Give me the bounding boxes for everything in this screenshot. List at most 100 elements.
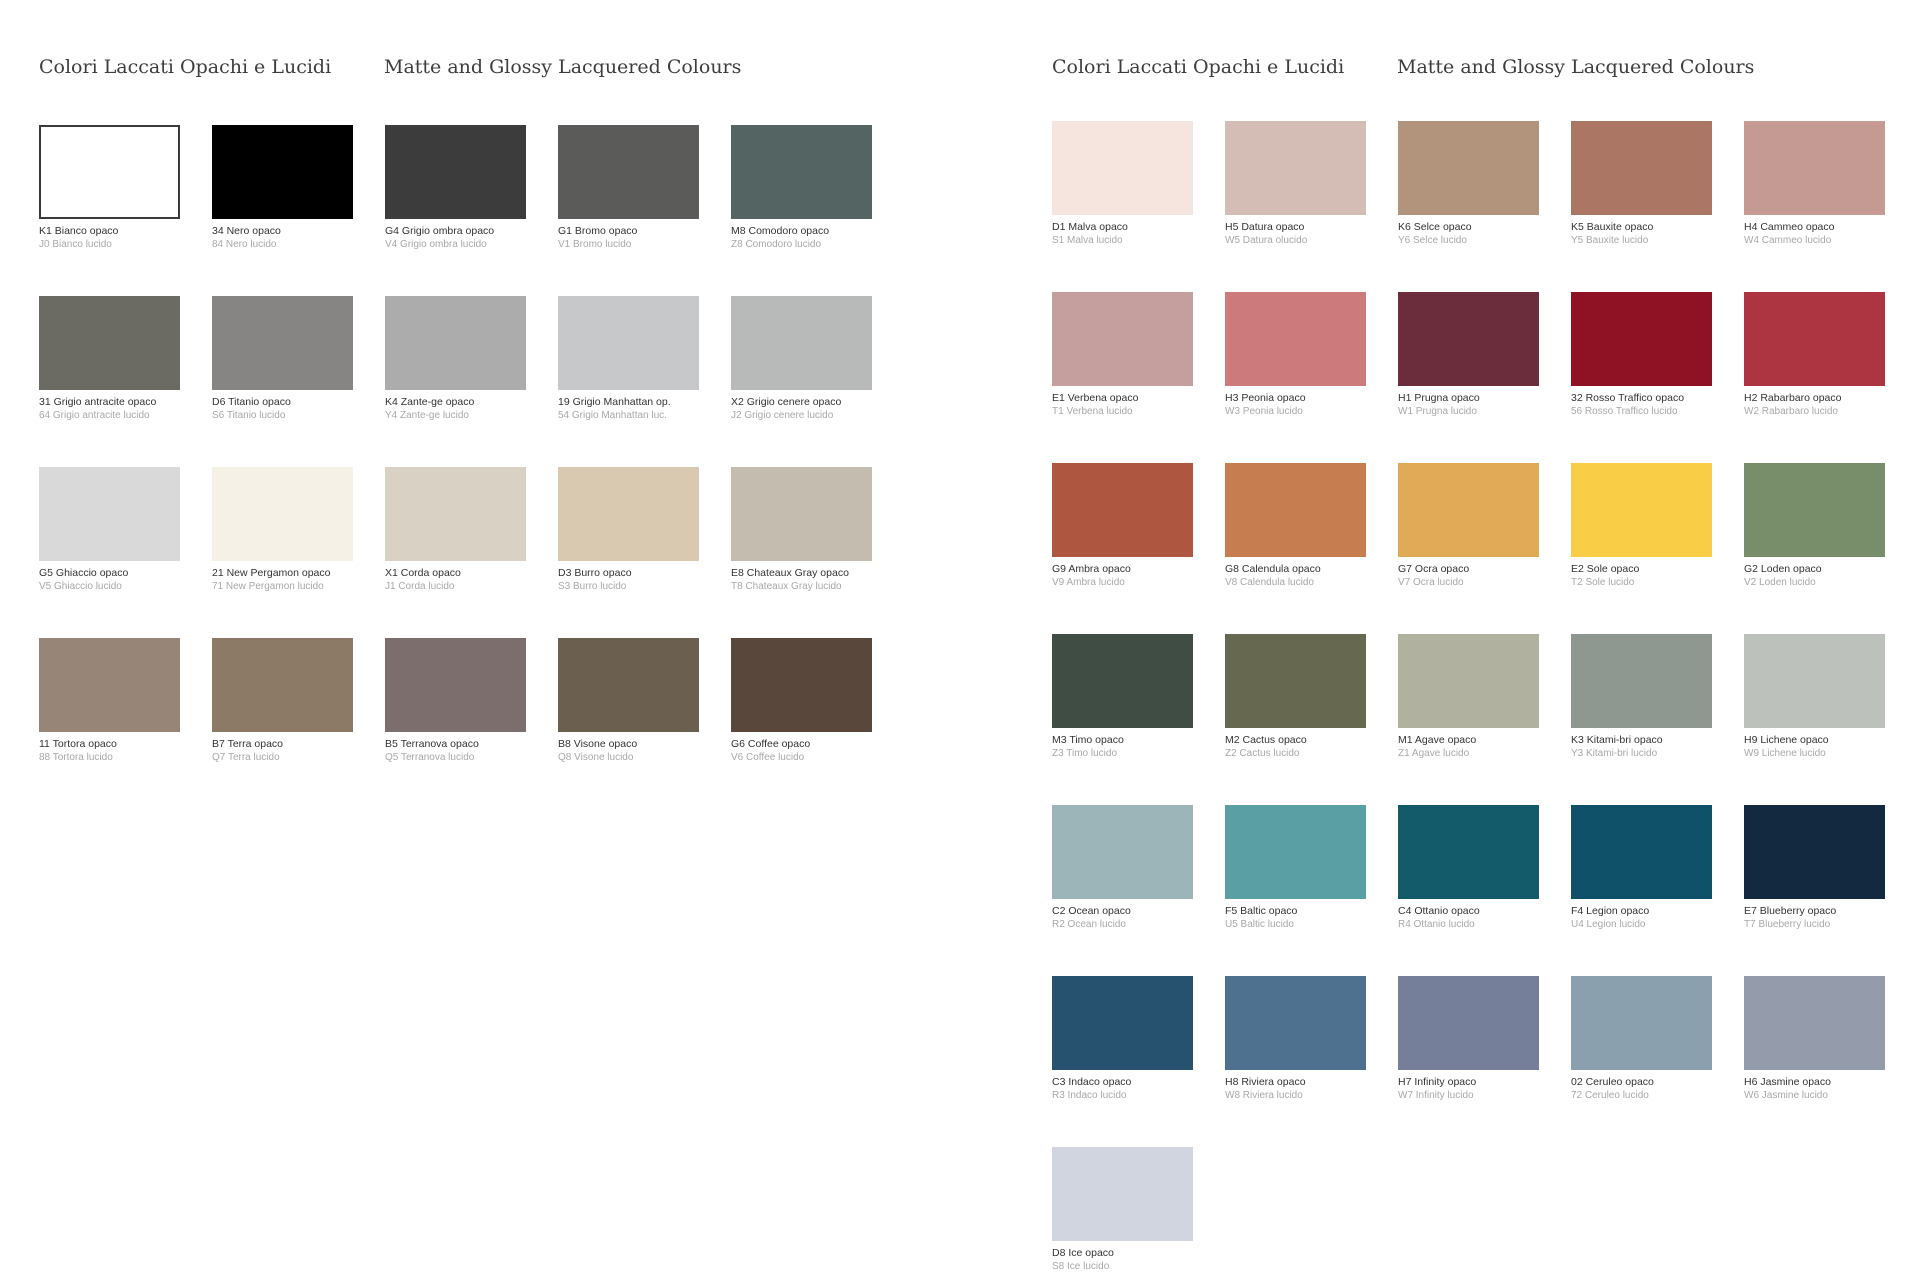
swatch-opaque-label: K5 Bauxite opaco	[1571, 221, 1654, 233]
color-chip	[1052, 1147, 1193, 1241]
heading-italian: Colori Laccati Opachi e Lucidi	[39, 56, 332, 78]
swatch-glossy-label: W9 Lichene lucido	[1744, 748, 1826, 759]
color-chip	[1398, 805, 1539, 899]
swatch-glossy-label: U4 Legion lucido	[1571, 919, 1646, 930]
color-swatch: 34 Nero opaco 84 Nero lucido	[212, 125, 353, 251]
color-swatch: G6 Coffee opaco V6 Coffee lucido	[731, 638, 872, 764]
swatch-glossy-label: T1 Verbena lucido	[1052, 406, 1133, 417]
swatch-glossy-label: W5 Datura olucido	[1225, 235, 1308, 246]
color-chip	[1225, 805, 1366, 899]
swatch-glossy-label: J0 Bianco lucido	[39, 239, 112, 250]
swatch-opaque-label: E8 Chateaux Gray opaco	[731, 567, 849, 579]
color-chip	[1571, 976, 1712, 1070]
swatch-glossy-label: Z2 Cactus lucido	[1225, 748, 1300, 759]
swatch-glossy-label: Q8 Visone lucido	[558, 752, 634, 763]
swatch-opaque-label: K6 Selce opaco	[1398, 221, 1472, 233]
swatch-glossy-label: V8 Calendula lucido	[1225, 577, 1314, 588]
swatch-opaque-label: 31 Grigio antracite opaco	[39, 396, 157, 408]
color-swatch: H2 Rabarbaro opaco W2 Rabarbaro lucido	[1744, 292, 1885, 418]
swatch-opaque-label: K4 Zante-ge opaco	[385, 396, 475, 408]
color-swatch: 11 Tortora opaco 88 Tortora lucido	[39, 638, 180, 764]
color-chip	[1225, 292, 1366, 386]
swatch-opaque-label: E2 Sole opaco	[1571, 563, 1640, 575]
swatch-glossy-label: W8 Riviera lucido	[1225, 1090, 1303, 1101]
color-chip	[39, 296, 180, 390]
swatch-opaque-label: M3 Timo opaco	[1052, 734, 1124, 746]
swatch-opaque-label: G6 Coffee opaco	[731, 738, 811, 750]
color-swatch: G4 Grigio ombra opaco V4 Grigio ombra luc…	[385, 125, 526, 251]
color-swatch: B5 Terranova opaco Q5 Terranova lucido	[385, 638, 526, 764]
color-chip	[1398, 463, 1539, 557]
color-swatch: K1 Bianco opaco J0 Bianco lucido	[39, 125, 180, 251]
color-chip	[558, 467, 699, 561]
color-swatch: E1 Verbena opaco T1 Verbena lucido	[1052, 292, 1193, 418]
swatch-opaque-label: H3 Peonia opaco	[1225, 392, 1306, 404]
color-swatch: 02 Ceruleo opaco 72 Ceruleo lucido	[1571, 976, 1712, 1102]
right-swatch-grid: D1 Malva opaco S1 Malva lucido H5 Datura o…	[1052, 121, 1885, 1273]
swatch-opaque-label: F5 Baltic opaco	[1225, 905, 1298, 917]
color-swatch: 21 New Pergamon opaco 71 New Pergamon luc…	[212, 467, 353, 593]
swatch-opaque-label: 34 Nero opaco	[212, 225, 281, 237]
color-swatch: C4 Ottanio opaco R4 Ottanio lucido	[1398, 805, 1539, 931]
color-swatch: H3 Peonia opaco W3 Peonia lucido	[1225, 292, 1366, 418]
color-chip	[1052, 292, 1193, 386]
color-swatch: H9 Lichene opaco W9 Lichene lucido	[1744, 634, 1885, 760]
swatch-opaque-label: F4 Legion opaco	[1571, 905, 1650, 917]
color-swatch: D8 Ice opaco S8 Ice lucido	[1052, 1147, 1193, 1273]
color-swatch: M2 Cactus opaco Z2 Cactus lucido	[1225, 634, 1366, 760]
swatch-opaque-label: H7 Infinity opaco	[1398, 1076, 1477, 1088]
swatch-glossy-label: V9 Ambra lucido	[1052, 577, 1125, 588]
color-swatch: 32 Rosso Traffico opaco 56 Rosso Traffico…	[1571, 292, 1712, 418]
swatch-glossy-label: V4 Grigio ombra lucido	[385, 239, 487, 250]
swatch-glossy-label: W2 Rabarbaro lucido	[1744, 406, 1838, 417]
color-chip	[1052, 976, 1193, 1070]
swatch-glossy-label: Y3 Kitami-bri lucido	[1571, 748, 1658, 759]
color-swatch: B8 Visone opaco Q8 Visone lucido	[558, 638, 699, 764]
swatch-opaque-label: G1 Bromo opaco	[558, 225, 638, 237]
color-swatch: H8 Riviera opaco W8 Riviera lucido	[1225, 976, 1366, 1102]
color-swatch: H5 Datura opaco W5 Datura olucido	[1225, 121, 1366, 247]
swatch-opaque-label: H5 Datura opaco	[1225, 221, 1305, 233]
color-chip	[385, 125, 526, 219]
color-swatch: G8 Calendula opaco V8 Calendula lucido	[1225, 463, 1366, 589]
color-chip	[385, 296, 526, 390]
swatch-opaque-label: H1 Prugna opaco	[1398, 392, 1480, 404]
color-swatch: M8 Comodoro opaco Z8 Comodoro lucido	[731, 125, 872, 251]
swatch-opaque-label: H2 Rabarbaro opaco	[1744, 392, 1842, 404]
swatch-glossy-label: Q5 Terranova lucido	[385, 752, 475, 763]
color-chip	[212, 638, 353, 732]
swatch-opaque-label: D8 Ice opaco	[1052, 1247, 1114, 1259]
swatch-opaque-label: B8 Visone opaco	[558, 738, 638, 750]
swatch-opaque-label: 19 Grigio Manhattan op.	[558, 396, 671, 408]
color-swatch: G2 Loden opaco V2 Loden lucido	[1744, 463, 1885, 589]
color-chip	[1398, 634, 1539, 728]
swatch-glossy-label: R4 Ottanio lucido	[1398, 919, 1475, 930]
swatch-glossy-label: S3 Burro lucido	[558, 581, 627, 592]
color-swatch: H7 Infinity opaco W7 Infinity lucido	[1398, 976, 1539, 1102]
color-swatch: F5 Baltic opaco U5 Baltic lucido	[1225, 805, 1366, 931]
color-swatch: K4 Zante-ge opaco Y4 Zante-ge lucido	[385, 296, 526, 422]
color-chip	[1571, 121, 1712, 215]
color-chip	[731, 296, 872, 390]
swatch-glossy-label: T2 Sole lucido	[1571, 577, 1635, 588]
swatch-glossy-label: T7 Blueberry lucido	[1744, 919, 1831, 930]
swatch-opaque-label: B7 Terra opaco	[212, 738, 284, 750]
swatch-glossy-label: Y5 Bauxite lucido	[1571, 235, 1649, 246]
swatch-opaque-label: C3 Indaco opaco	[1052, 1076, 1132, 1088]
swatch-opaque-label: M1 Agave opaco	[1398, 734, 1477, 746]
swatch-glossy-label: 56 Rosso Traffico lucido	[1571, 406, 1678, 417]
swatch-glossy-label: S8 Ice lucido	[1052, 1261, 1110, 1272]
color-swatch: D6 Titanio opaco S6 Titanio lucido	[212, 296, 353, 422]
color-chip	[1052, 121, 1193, 215]
swatch-opaque-label: 11 Tortora opaco	[39, 738, 117, 750]
heading-italian: Colori Laccati Opachi e Lucidi	[1052, 56, 1345, 78]
color-swatch: M3 Timo opaco Z3 Timo lucido	[1052, 634, 1193, 760]
color-chip	[1225, 976, 1366, 1070]
swatch-opaque-label: D6 Titanio opaco	[212, 396, 291, 408]
swatch-glossy-label: J1 Corda lucido	[385, 581, 455, 592]
swatch-glossy-label: Z8 Comodoro lucido	[731, 239, 822, 250]
color-swatch: B7 Terra opaco Q7 Terra lucido	[212, 638, 353, 764]
color-chip	[1225, 463, 1366, 557]
swatch-glossy-label: 84 Nero lucido	[212, 239, 277, 250]
swatch-opaque-label: K1 Bianco opaco	[39, 225, 119, 237]
